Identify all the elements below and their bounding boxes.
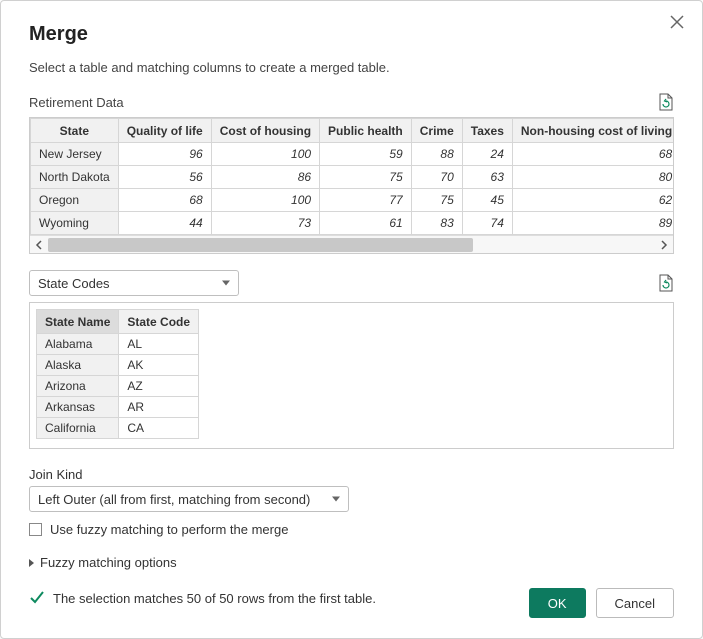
join-kind-label: Join Kind xyxy=(29,467,674,482)
refresh-icon[interactable] xyxy=(658,93,674,111)
col-header[interactable]: Non-housing cost of living xyxy=(512,119,673,143)
table-row[interactable]: Oregon 68 100 77 75 45 62 xyxy=(31,189,674,212)
scroll-left-icon[interactable] xyxy=(30,236,48,254)
col-header[interactable]: Public health xyxy=(320,119,412,143)
fuzzy-options-expander[interactable]: Fuzzy matching options xyxy=(29,555,674,570)
table2-grid[interactable]: State Name State Code AlabamaAL AlaskaAK… xyxy=(29,302,674,449)
horizontal-scrollbar[interactable] xyxy=(30,235,673,253)
col-header[interactable]: Crime xyxy=(411,119,462,143)
fuzzy-match-checkbox[interactable] xyxy=(29,523,42,536)
col-header[interactable]: State xyxy=(31,119,119,143)
table1-name: Retirement Data xyxy=(29,95,124,110)
scroll-right-icon[interactable] xyxy=(655,236,673,254)
second-table-dropdown[interactable]: State Codes xyxy=(29,270,239,296)
join-kind-dropdown[interactable]: Left Outer (all from first, matching fro… xyxy=(29,486,349,512)
status-message: The selection matches 50 of 50 rows from… xyxy=(53,591,376,606)
merge-dialog: Merge Select a table and matching column… xyxy=(0,0,703,639)
dialog-title: Merge xyxy=(29,23,674,46)
col-header[interactable]: State Name xyxy=(37,310,119,334)
fuzzy-match-label: Use fuzzy matching to perform the merge xyxy=(50,522,288,537)
table-row[interactable]: AlaskaAK xyxy=(37,355,199,376)
col-header[interactable]: Quality of life xyxy=(118,119,211,143)
close-icon[interactable] xyxy=(670,15,684,29)
table-row[interactable]: CaliforniaCA xyxy=(37,418,199,439)
ok-button[interactable]: OK xyxy=(529,588,586,618)
dialog-subtitle: Select a table and matching columns to c… xyxy=(29,60,674,75)
table-row[interactable]: ArkansasAR xyxy=(37,397,199,418)
col-header[interactable]: Taxes xyxy=(462,119,512,143)
table-row[interactable]: ArizonaAZ xyxy=(37,376,199,397)
col-header[interactable]: State Code xyxy=(119,310,199,334)
table-row[interactable]: North Dakota 56 86 75 70 63 80 xyxy=(31,166,674,189)
table-row[interactable]: Wyoming 44 73 61 83 74 89 xyxy=(31,212,674,235)
table1-grid[interactable]: State Quality of life Cost of housing Pu… xyxy=(29,117,674,254)
refresh-icon[interactable] xyxy=(658,274,674,292)
table-row[interactable]: New Jersey 96 100 59 88 24 68 xyxy=(31,143,674,166)
checkmark-icon xyxy=(29,590,45,606)
table-row[interactable]: AlabamaAL xyxy=(37,334,199,355)
col-header[interactable]: Cost of housing xyxy=(211,119,319,143)
scroll-thumb[interactable] xyxy=(48,238,473,252)
cancel-button[interactable]: Cancel xyxy=(596,588,674,618)
chevron-right-icon xyxy=(29,559,34,567)
